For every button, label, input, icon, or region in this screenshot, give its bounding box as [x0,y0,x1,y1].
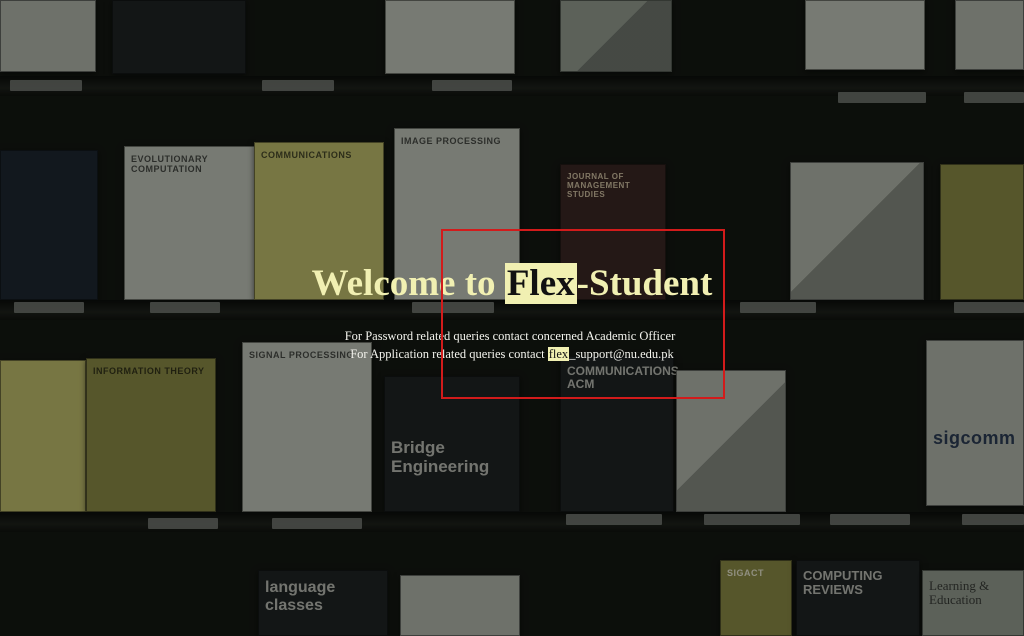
focus-highlight-box [441,229,725,399]
